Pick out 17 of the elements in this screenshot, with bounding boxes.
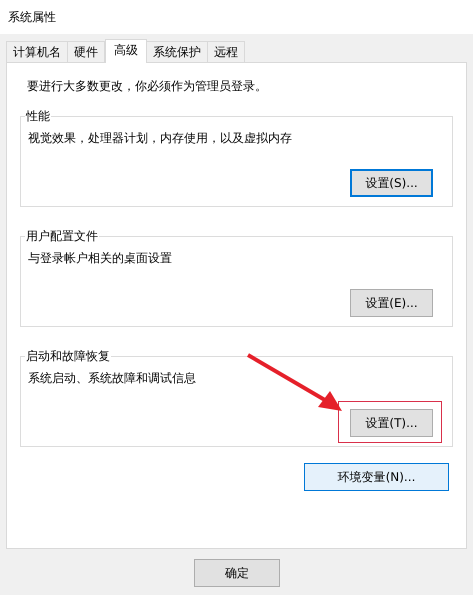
tab[interactable]: 计算机名 <box>6 41 68 62</box>
group-description: 系统启动、系统故障和调试信息 <box>28 370 197 387</box>
tab[interactable]: 高级 <box>105 39 147 63</box>
group-description: 与登录帐户相关的桌面设置 <box>28 250 173 267</box>
ok-button[interactable]: 确定 <box>194 559 280 587</box>
notice-text: 要进行大多数更改，你必须作为管理员登录。 <box>26 78 268 95</box>
group-description: 视觉效果，处理器计划，内存使用，以及虚拟内存 <box>28 130 293 147</box>
settings-button[interactable]: 设置(T)... <box>350 409 433 437</box>
group-title: 用户配置文件 <box>25 227 99 245</box>
group-title: 性能 <box>25 107 51 125</box>
group-title: 启动和故障恢复 <box>25 347 111 365</box>
tab[interactable]: 硬件 <box>67 41 105 62</box>
settings-button[interactable]: 设置(S)... <box>350 169 433 197</box>
settings-button[interactable]: 设置(E)... <box>350 289 433 317</box>
environment-variables-button[interactable]: 环境变量(N)... <box>304 463 449 491</box>
tab[interactable]: 远程 <box>207 41 245 62</box>
window-title: 系统属性 <box>8 9 56 26</box>
